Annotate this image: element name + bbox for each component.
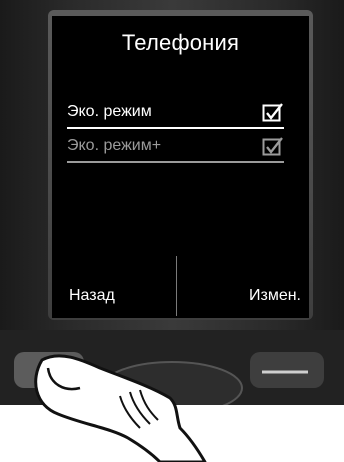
finger-pressing-icon [34, 354, 207, 462]
